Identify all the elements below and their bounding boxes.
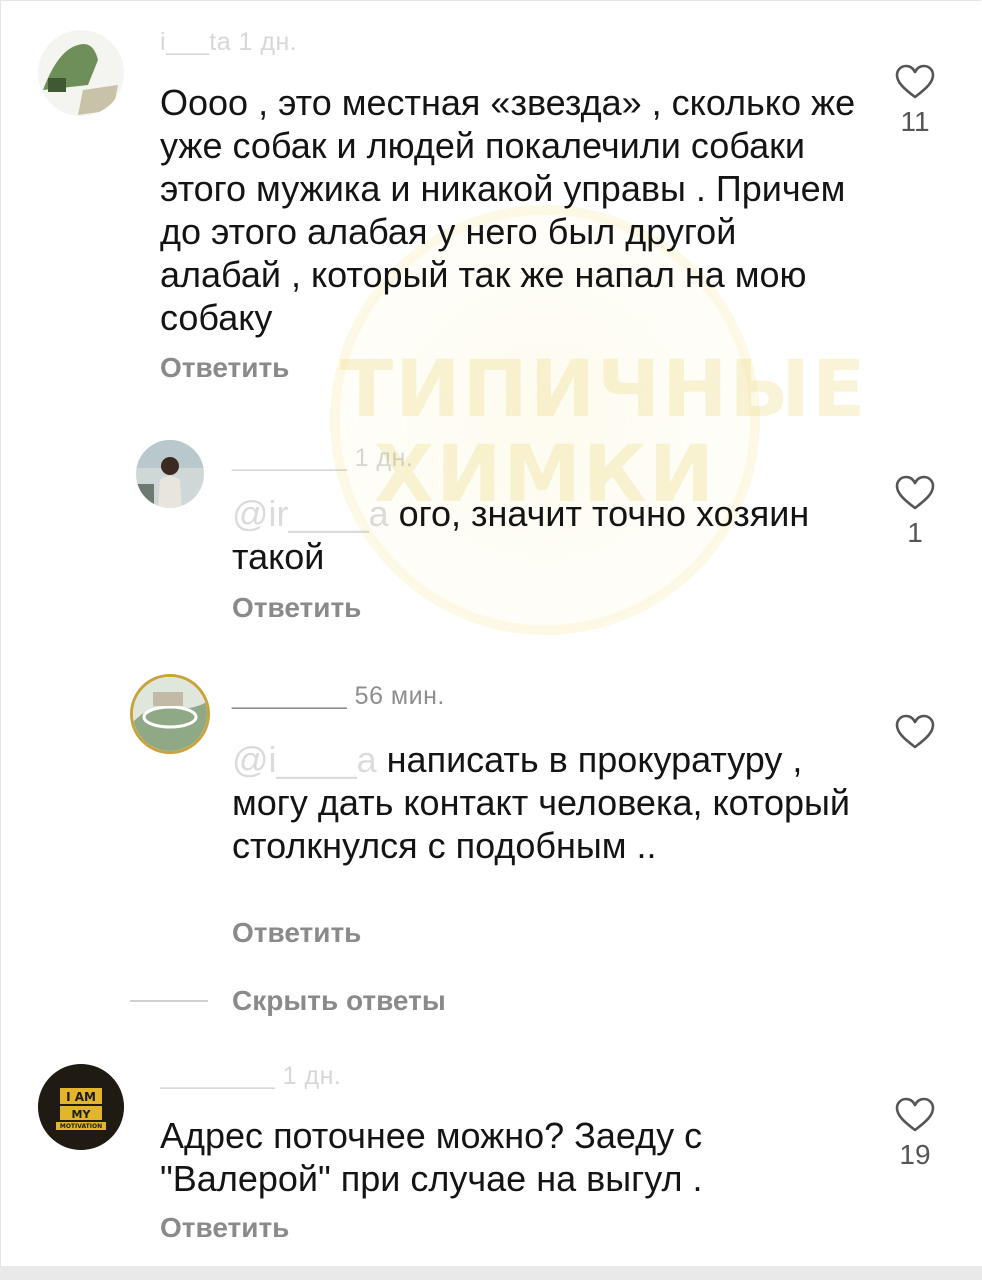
like-button[interactable]: 19 bbox=[885, 1097, 945, 1171]
watermark-line-1: ТИПИЧНЫЕ bbox=[340, 345, 868, 435]
avatar[interactable] bbox=[130, 674, 210, 754]
like-button[interactable]: 1 bbox=[885, 475, 945, 549]
like-count: 11 bbox=[900, 106, 930, 137]
like-count: 19 bbox=[899, 1139, 931, 1170]
hide-replies-divider bbox=[130, 1000, 208, 1002]
avatar[interactable] bbox=[38, 30, 124, 116]
avatar-text-line: I AM bbox=[66, 1090, 96, 1104]
reply-button[interactable]: Ответить bbox=[160, 352, 289, 384]
heart-icon bbox=[895, 475, 935, 510]
user-mention[interactable]: @i____a bbox=[232, 739, 377, 780]
like-count: 1 bbox=[907, 517, 923, 548]
hide-replies-button[interactable]: Скрыть ответы bbox=[232, 985, 446, 1017]
avatar[interactable]: I AM MY MOTIVATION bbox=[38, 1064, 124, 1150]
comment-text: Адрес поточнее можно? Заеду с "Валерой" … bbox=[160, 1115, 703, 1199]
comment-text: Оооо , это местная «звезда» , сколько же… bbox=[160, 82, 856, 338]
bottom-bar bbox=[0, 1266, 982, 1280]
reply-button[interactable]: Ответить bbox=[232, 592, 361, 624]
comment-author-meta: ________ 1 дн. bbox=[232, 444, 414, 472]
like-button[interactable]: 11 bbox=[885, 64, 945, 138]
comment-text: @ir____a ого, значит точно хозяин такой bbox=[232, 492, 842, 578]
avatar-text-line: MOTIVATION bbox=[60, 1123, 102, 1130]
heart-icon bbox=[895, 714, 935, 749]
reply-button[interactable]: Ответить bbox=[160, 1212, 289, 1244]
heart-icon bbox=[895, 1097, 935, 1132]
avatar[interactable] bbox=[136, 440, 204, 508]
comment-text: @i____a написать в прокуратуру , могу да… bbox=[232, 738, 852, 867]
comment-author-meta: ________ 1 дн. bbox=[160, 1062, 342, 1090]
heart-icon bbox=[895, 64, 935, 99]
comment-author-meta: ________ 56 мин. bbox=[232, 682, 445, 710]
comment-author-meta: i___ta 1 дн. bbox=[160, 28, 298, 56]
reply-button[interactable]: Ответить bbox=[232, 917, 361, 949]
avatar-text-line: MY bbox=[72, 1108, 92, 1121]
like-button[interactable] bbox=[885, 714, 945, 756]
user-mention[interactable]: @ir____a bbox=[232, 493, 389, 534]
